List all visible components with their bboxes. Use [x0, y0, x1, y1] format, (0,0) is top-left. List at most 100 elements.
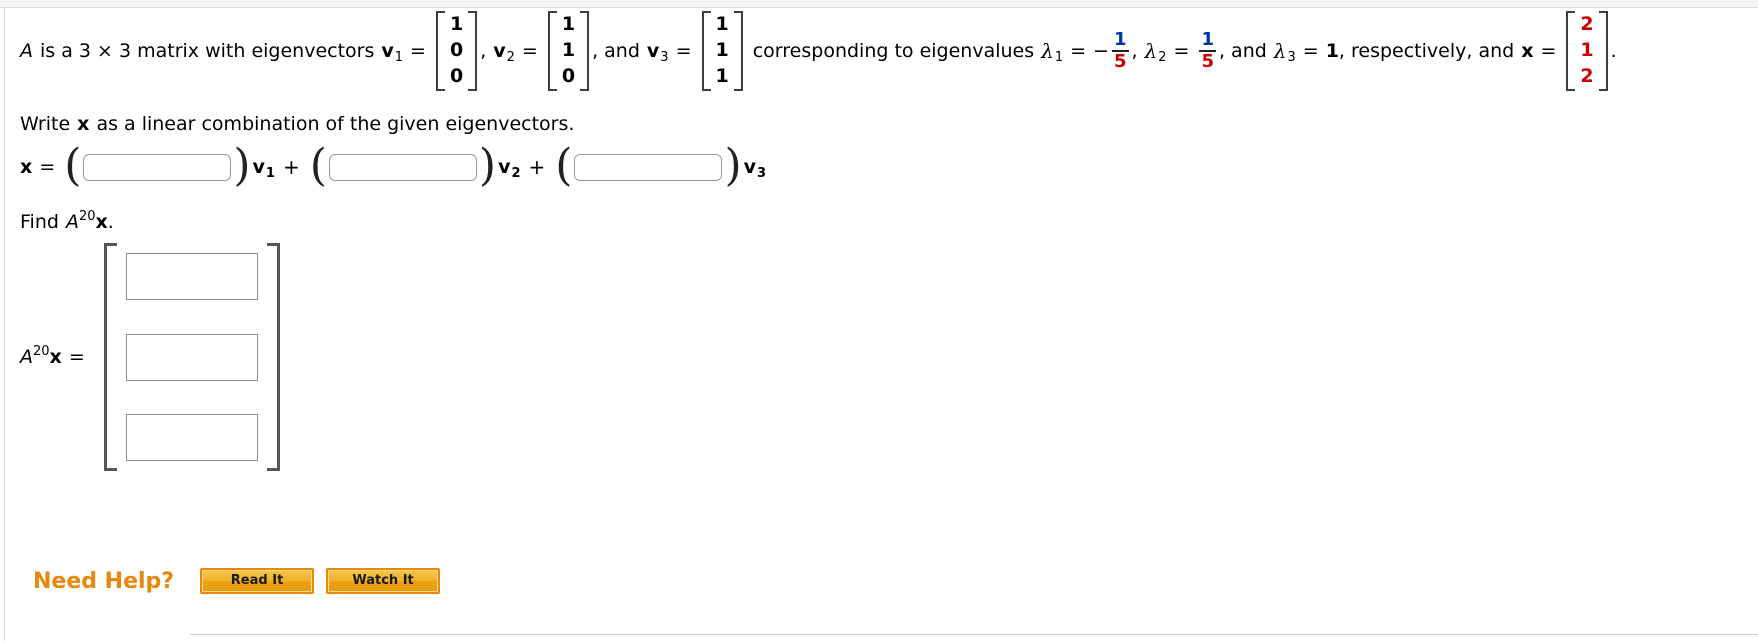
lambda3-value: 1 — [1325, 39, 1339, 62]
fraction-denominator: 5 — [1201, 51, 1214, 72]
x-symbol: x — [1521, 39, 1534, 62]
vector-v3-entry-2: 1 — [715, 39, 729, 62]
v2-symbol: v — [493, 39, 506, 62]
v3-equals: = — [675, 39, 692, 62]
coefficient-1-input[interactable] — [83, 153, 232, 181]
part-b-instruction-A: A — [65, 211, 79, 233]
answer-vector — [103, 243, 280, 471]
bracket-right — [733, 11, 743, 91]
v1-subscript: 1 — [394, 49, 404, 65]
coef2-v-subscript: 2 — [511, 165, 521, 181]
vector-v3-cells: 1 1 1 — [711, 11, 734, 91]
close-paren-3: ) — [724, 139, 742, 191]
coef3-v-symbol: v — [743, 155, 757, 178]
need-help-section: Need Help? Read It Watch It — [33, 568, 452, 594]
comma-after-lambda1: , — [1131, 39, 1138, 62]
part-a-instruction-pre: Write — [20, 113, 71, 135]
lambda3-equals: = — [1302, 39, 1319, 62]
and-lambda3-text: , and — [1218, 39, 1267, 62]
part-b-instruction-pre: Find — [20, 211, 59, 233]
answer-entry-2-input[interactable] — [125, 333, 258, 381]
lambda2-symbol: λ — [1144, 39, 1158, 63]
bracket-right — [468, 11, 478, 91]
v2-subscript: 2 — [506, 49, 515, 65]
watch-it-button[interactable]: Watch It — [326, 568, 441, 594]
vector-v1-cells: 1 0 0 — [445, 11, 468, 91]
vector-x-entry-1: 2 — [1580, 13, 1594, 35]
vector-v2: 1 1 0 — [547, 11, 590, 91]
part-b-answer-row: A20x = — [20, 243, 280, 471]
coef3-v-subscript: 3 — [757, 165, 767, 181]
fraction-numerator: 1 — [1201, 29, 1214, 50]
answer-entry-3-input[interactable] — [125, 414, 258, 461]
part-b-answer-label: A20x = — [20, 344, 92, 368]
lambda1-equals: = — [1070, 39, 1087, 62]
lambda2-subscript: 2 — [1158, 49, 1167, 65]
part-a-instruction: Write x as a linear combination of the giv… — [20, 113, 574, 135]
bracket-right — [266, 243, 280, 471]
lambda1-symbol: λ — [1041, 39, 1054, 63]
coef1-v-symbol: v — [252, 155, 265, 178]
fraction-lambda1: 1 5 — [1111, 29, 1129, 71]
lambda1-subscript: 1 — [1054, 49, 1064, 65]
fraction-lambda2: 1 5 — [1199, 31, 1216, 71]
coefficient-3-input[interactable] — [574, 153, 723, 181]
bracket-left — [701, 11, 711, 91]
vector-v3: 1 1 1 — [701, 11, 743, 91]
plus-sign-1: + — [282, 155, 300, 179]
read-it-button[interactable]: Read It — [200, 568, 315, 594]
part-a-x-symbol: x — [20, 155, 33, 178]
part-b-label-x: x — [49, 346, 62, 368]
left-border-rule — [4, 8, 5, 641]
lambda3-subscript: 3 — [1287, 49, 1296, 65]
need-help-label: Need Help? — [33, 568, 175, 594]
bottom-divider-rule — [190, 634, 1758, 635]
v2-equals: = — [521, 39, 538, 62]
coef2-v-symbol: v — [498, 155, 511, 178]
question-panel: A is a 3 × 3 matrix with eigenvectors v1… — [0, 0, 1758, 643]
plus-sign-2: + — [528, 155, 546, 179]
part-a-instruction-x: x — [77, 113, 90, 135]
coefficient-2-input[interactable] — [328, 153, 477, 181]
vector-v2-cells: 1 1 0 — [557, 11, 580, 91]
statement-period: . — [1610, 39, 1617, 62]
lambda2-equals: = — [1173, 39, 1190, 62]
vector-v2-entry-1: 1 — [561, 13, 576, 35]
part-b-label-A: A — [20, 346, 33, 368]
open-paren-3: ( — [555, 139, 573, 191]
vector-v1-entry-1: 1 — [449, 13, 464, 35]
v3-subscript: 3 — [660, 49, 669, 65]
problem-statement: A is a 3 × 3 matrix with eigenvectors v1… — [20, 10, 1617, 92]
part-b-instruction-x: x — [95, 211, 108, 233]
vector-v1: 1 0 0 — [435, 11, 478, 91]
close-paren-1: ) — [233, 139, 251, 191]
answer-vector-cells — [117, 243, 267, 471]
part-b-instruction-exponent: 20 — [78, 209, 96, 224]
vector-x-entry-3: 2 — [1580, 65, 1594, 88]
lambda3-symbol: λ — [1273, 39, 1287, 63]
bracket-left — [1566, 11, 1576, 91]
fraction-numerator: 1 — [1113, 29, 1127, 50]
and-v3-text: , and — [592, 39, 640, 62]
matrix-A-symbol: A — [20, 39, 33, 62]
vector-v3-entry-1: 1 — [715, 13, 729, 35]
v3-symbol: v — [646, 39, 660, 62]
x-equals: = — [1540, 39, 1557, 62]
vector-v2-entry-3: 0 — [561, 65, 576, 88]
top-band — [0, 0, 1758, 8]
vector-v2-entry-2: 1 — [561, 39, 576, 62]
close-paren-2: ) — [478, 139, 497, 191]
vector-x-entry-2: 1 — [1580, 39, 1594, 62]
answer-entry-1-input[interactable] — [125, 253, 258, 300]
bracket-left — [435, 11, 445, 91]
part-b-instruction-period: . — [107, 211, 114, 233]
bracket-left — [103, 243, 117, 471]
open-paren-2: ( — [309, 139, 327, 191]
bracket-right — [1598, 11, 1608, 91]
part-a-answer-row: x = ( ) v1 + ( ) v2 + ( ) v3 — [20, 139, 767, 191]
lambda1-minus-sign: − — [1093, 39, 1109, 62]
vector-x: 2 1 2 — [1566, 11, 1608, 91]
open-paren-1: ( — [64, 139, 82, 191]
v1-equals: = — [410, 39, 426, 62]
vector-v1-entry-3: 0 — [449, 65, 464, 88]
